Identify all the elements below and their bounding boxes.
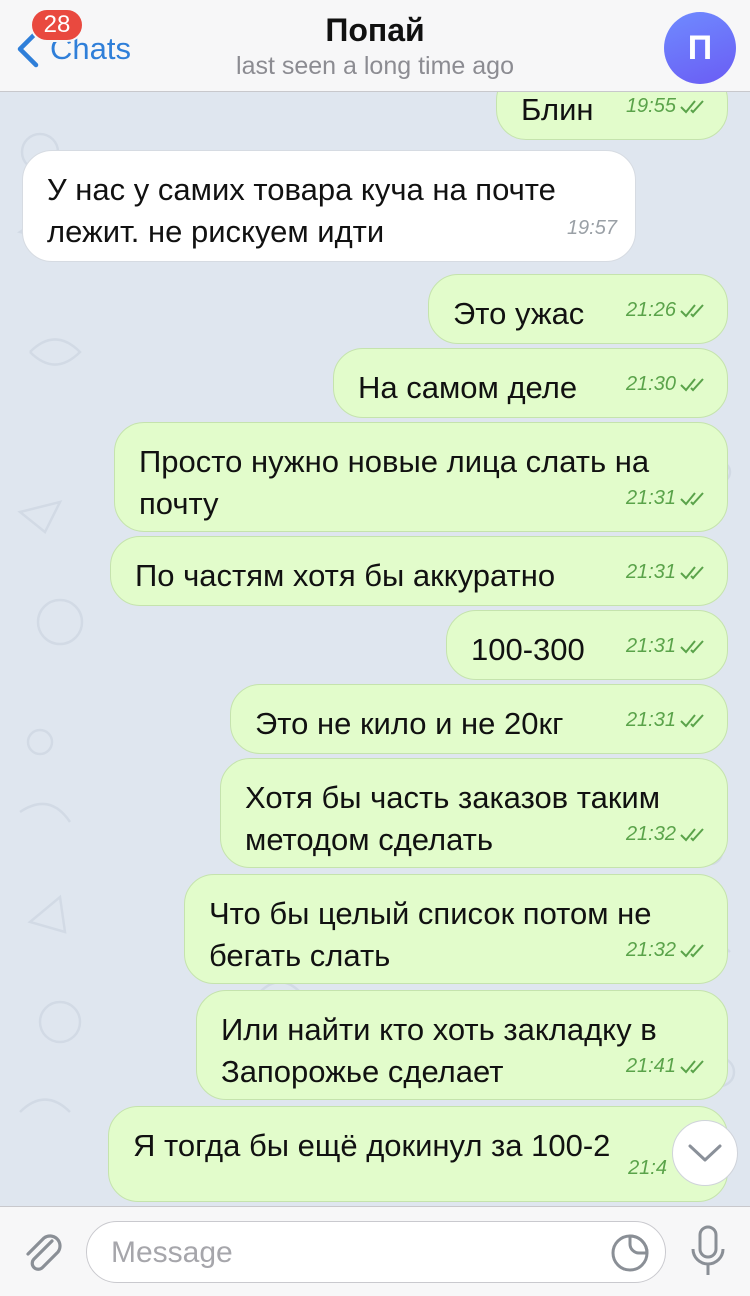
message-meta: 19:57 <box>567 207 617 249</box>
microphone-icon[interactable] <box>686 1223 730 1279</box>
message-meta: 21:31 <box>626 625 709 667</box>
double-check-icon <box>680 378 704 392</box>
message-time: 21:31 <box>625 709 676 731</box>
chat-header: Chats 28 Попай last seen a long time ago… <box>0 0 750 92</box>
message-time: 21:26 <box>625 299 676 321</box>
double-check-icon <box>680 828 704 842</box>
message-meta: 21:31 <box>626 699 709 741</box>
message-time: 21:41 <box>625 1055 676 1077</box>
double-check-icon <box>680 640 704 654</box>
message-input[interactable] <box>111 1234 591 1272</box>
message-outgoing[interactable]: Это не кило и не 20кг 21:31 <box>230 684 728 754</box>
message-time: 21:4 <box>628 1157 667 1179</box>
chat-title[interactable]: Попай <box>0 12 750 49</box>
message-outgoing[interactable]: По частям хотя бы аккуратно 21:31 <box>110 536 728 606</box>
sticker-icon[interactable] <box>609 1232 651 1274</box>
scroll-down-button[interactable] <box>672 1120 738 1186</box>
message-outgoing[interactable]: На самом деле 21:30 <box>333 348 728 418</box>
message-meta: 21:32 <box>626 813 709 855</box>
double-check-icon <box>680 1060 704 1074</box>
message-meta: 21:4 <box>628 1147 667 1189</box>
message-input-bar <box>0 1206 750 1296</box>
message-time: 21:31 <box>625 487 676 509</box>
message-text: Просто нужно новые лица слать на почту <box>139 444 650 521</box>
message-time: 21:30 <box>625 373 676 395</box>
message-meta: 21:31 <box>626 551 709 593</box>
double-check-icon <box>680 100 704 114</box>
message-outgoing[interactable]: Просто нужно новые лица слать на почту 2… <box>114 422 728 532</box>
last-seen-status: last seen a long time ago <box>236 52 514 80</box>
message-outgoing[interactable]: Блин 19:55 <box>496 92 728 140</box>
message-text: По частям хотя бы аккуратно <box>135 558 556 593</box>
message-meta: 19:55 <box>626 92 709 127</box>
message-time: 21:31 <box>625 635 676 657</box>
message-outgoing[interactable]: Хотя бы часть заказов таким методом сдел… <box>220 758 728 868</box>
double-check-icon <box>680 944 704 958</box>
message-outgoing[interactable]: Это ужас 21:26 <box>428 274 728 344</box>
message-incoming[interactable]: У нас у самих товара куча на почте лежит… <box>22 150 636 262</box>
message-meta: 21:30 <box>626 363 709 405</box>
chevron-down-icon <box>688 1144 722 1162</box>
message-outgoing[interactable]: 100-300 21:31 <box>446 610 728 680</box>
double-check-icon <box>680 714 704 728</box>
message-meta: 21:41 <box>626 1045 709 1087</box>
message-text: У нас у самих товара куча на почте лежит… <box>47 172 556 249</box>
message-meta: 21:31 <box>626 477 709 519</box>
double-check-icon <box>680 566 704 580</box>
message-time: 19:55 <box>625 95 676 117</box>
message-outgoing[interactable]: Я тогда бы ещё докинул за 100-2 21:4 <box>108 1106 728 1202</box>
message-list[interactable]: Блин 19:55 У нас у самих товара куча на … <box>0 92 750 1206</box>
message-time: 21:32 <box>625 939 676 961</box>
message-outgoing[interactable]: Или найти кто хоть закладку в Запорожье … <box>196 990 728 1100</box>
double-check-icon <box>680 492 704 506</box>
message-outgoing[interactable]: Что бы целый список потом не бегать слат… <box>184 874 728 984</box>
message-text: Я тогда бы ещё докинул за 100-2 <box>133 1128 611 1163</box>
message-time: 21:32 <box>625 823 676 845</box>
message-meta: 21:26 <box>626 289 709 331</box>
double-check-icon <box>680 304 704 318</box>
message-time: 21:31 <box>625 561 676 583</box>
avatar[interactable]: П <box>664 12 736 84</box>
message-meta: 21:32 <box>626 929 709 971</box>
message-field[interactable] <box>86 1221 666 1283</box>
paperclip-icon[interactable] <box>18 1227 68 1277</box>
message-time: 19:57 <box>566 217 617 239</box>
